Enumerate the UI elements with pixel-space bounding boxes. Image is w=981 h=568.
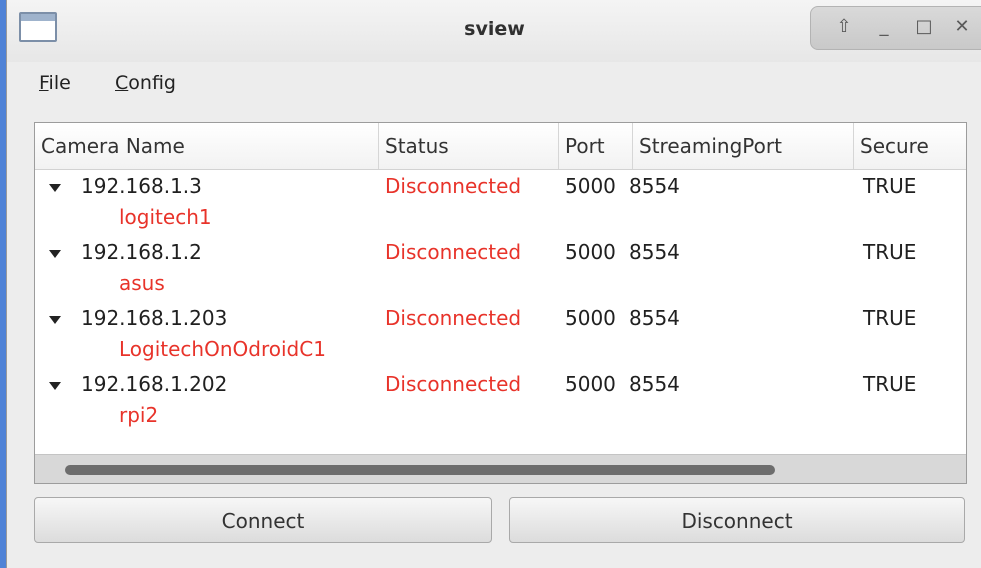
camera-row[interactable]: 192.168.1.202 Disconnected 5000 8554 TRU… (35, 368, 966, 434)
horizontal-scrollbar[interactable] (35, 454, 966, 483)
camera-secure: TRUE (863, 174, 917, 198)
camera-status: Disconnected (385, 174, 522, 198)
camera-ip: 192.168.1.3 (81, 174, 202, 198)
camera-streaming-port: 8554 (629, 240, 680, 264)
camera-row[interactable]: 192.168.1.203 Disconnected 5000 8554 TRU… (35, 302, 966, 368)
camera-port: 5000 (565, 306, 616, 330)
column-streaming-port[interactable]: StreamingPort (633, 123, 854, 169)
triangle-down-icon[interactable] (49, 184, 61, 192)
camera-status: Disconnected (385, 372, 522, 396)
window-controls: ⇧ _ □ ✕ (810, 6, 981, 50)
camera-tree[interactable]: Camera Name Status Port StreamingPort Se… (34, 122, 967, 484)
menu-config-label: onfig (128, 72, 176, 94)
title-bar[interactable]: sview ⇧ _ □ ✕ (7, 0, 981, 62)
column-status[interactable]: Status (379, 123, 559, 169)
camera-streaming-port: 8554 (629, 174, 680, 198)
column-camera-name[interactable]: Camera Name (35, 123, 379, 169)
camera-port: 5000 (565, 174, 616, 198)
close-icon[interactable]: ✕ (949, 15, 975, 39)
disconnect-button[interactable]: Disconnect (509, 497, 965, 543)
camera-streaming-port: 8554 (629, 306, 680, 330)
camera-secure: TRUE (863, 240, 917, 264)
camera-port: 5000 (565, 240, 616, 264)
camera-ip: 192.168.1.2 (81, 240, 202, 264)
menu-file-mnemonic: F (39, 72, 49, 94)
camera-child-name[interactable]: LogitechOnOdroidC1 (119, 337, 326, 361)
camera-child-name[interactable]: asus (119, 271, 165, 295)
column-port[interactable]: Port (559, 123, 633, 169)
camera-secure: TRUE (863, 372, 917, 396)
menu-config-mnemonic: C (115, 72, 129, 94)
camera-streaming-port: 8554 (629, 372, 680, 396)
camera-status: Disconnected (385, 240, 522, 264)
camera-row[interactable]: 192.168.1.2 Disconnected 5000 8554 TRUE … (35, 236, 966, 302)
camera-row[interactable]: 192.168.1.3 Disconnected 5000 8554 TRUE … (35, 170, 966, 236)
menu-config[interactable]: Config (115, 72, 176, 94)
maximize-icon[interactable]: □ (911, 15, 937, 39)
scrollbar-thumb[interactable] (65, 465, 775, 475)
camera-secure: TRUE (863, 306, 917, 330)
camera-ip: 192.168.1.203 (81, 306, 228, 330)
triangle-down-icon[interactable] (49, 382, 61, 390)
camera-child-name[interactable]: rpi2 (119, 403, 158, 427)
minimize-icon[interactable]: _ (871, 15, 897, 39)
column-secure[interactable]: Secure (854, 123, 966, 169)
camera-ip: 192.168.1.202 (81, 372, 228, 396)
menu-file[interactable]: File (39, 72, 71, 94)
camera-port: 5000 (565, 372, 616, 396)
connect-button[interactable]: Connect (34, 497, 492, 543)
camera-child-name[interactable]: logitech1 (119, 205, 212, 229)
menu-file-label: ile (48, 72, 71, 94)
tree-header: Camera Name Status Port StreamingPort Se… (35, 123, 966, 170)
menu-bar: File Config (7, 62, 981, 108)
shade-icon[interactable]: ⇧ (831, 15, 857, 39)
camera-status: Disconnected (385, 306, 522, 330)
app-window: sview ⇧ _ □ ✕ File Config Camera Name St… (6, 0, 981, 568)
triangle-down-icon[interactable] (49, 250, 61, 258)
triangle-down-icon[interactable] (49, 316, 61, 324)
